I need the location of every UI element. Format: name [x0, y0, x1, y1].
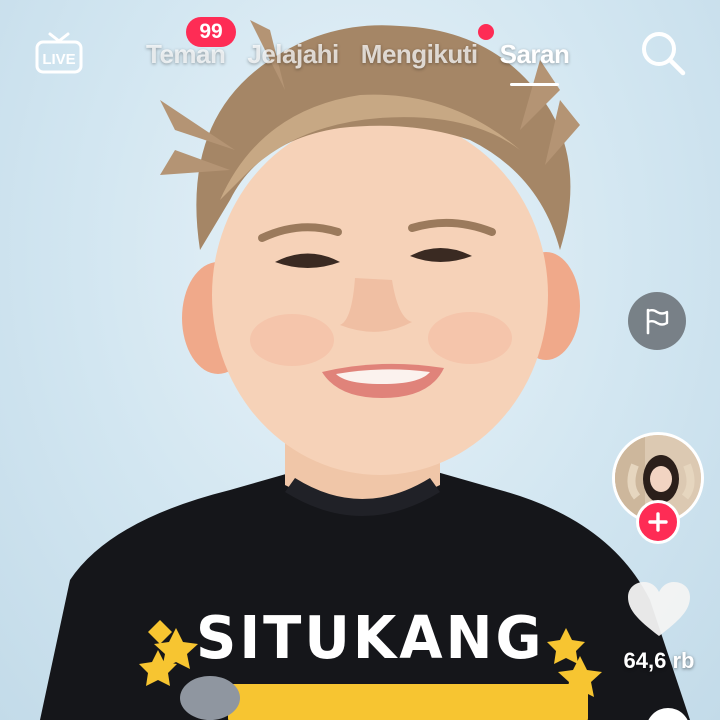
live-icon[interactable]: LIVE [34, 28, 84, 78]
flag-icon [646, 308, 669, 335]
heart-icon [628, 582, 690, 636]
live-label: LIVE [42, 51, 75, 68]
follow-button[interactable] [636, 500, 680, 544]
tab-explore[interactable]: Jelajahi [247, 39, 339, 70]
search-icon[interactable] [638, 28, 688, 78]
report-button[interactable] [628, 292, 686, 350]
plus-icon [648, 512, 668, 532]
top-navigation: LIVE Teman Jelajahi Mengikuti Saran 99 [0, 0, 720, 100]
tab-for-you-label: Saran [499, 38, 570, 69]
tab-for-you[interactable]: Saran [499, 38, 570, 86]
shirt-print-text: SITUKANG [196, 604, 545, 673]
tab-following[interactable]: Mengikuti [361, 39, 478, 70]
active-tab-indicator [509, 82, 560, 86]
following-notification-dot [478, 24, 494, 40]
friends-notification-badge: 99 [186, 17, 236, 47]
like-count: 64,6 rb [623, 648, 695, 673]
like-button[interactable] [626, 580, 692, 640]
video-frame[interactable]: SITUKANG [0, 0, 720, 720]
